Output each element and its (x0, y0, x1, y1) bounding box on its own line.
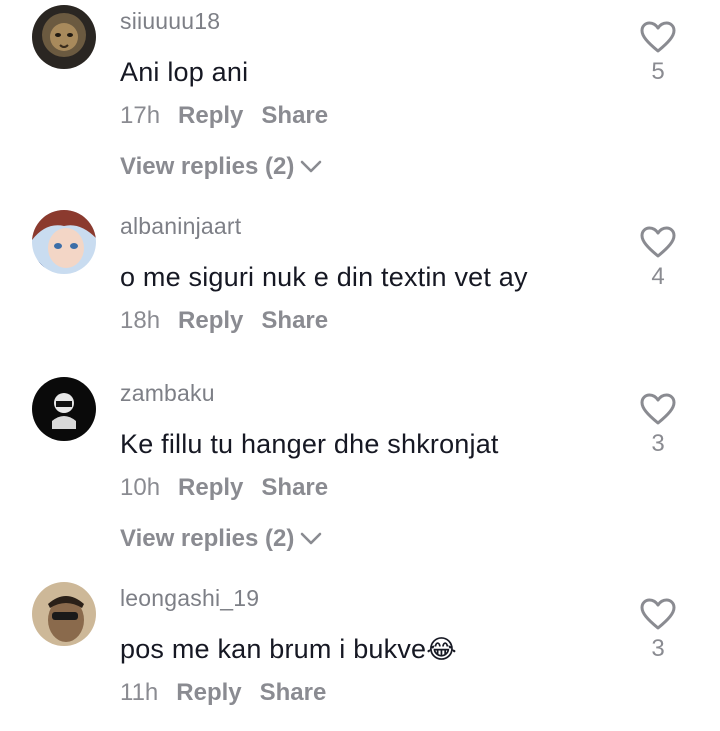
comment-text: pos me kan brum i bukve😂 (120, 634, 457, 665)
comment-time: 17h (120, 102, 161, 129)
share-button[interactable]: Share (260, 679, 327, 706)
reply-button[interactable]: Reply (178, 474, 243, 501)
share-button[interactable]: Share (261, 102, 328, 129)
comment-text: Ani lop ani (120, 57, 249, 87)
comment-username[interactable]: albaninjaart (120, 213, 241, 240)
share-button[interactable]: Share (261, 474, 328, 501)
like-button[interactable]: 5 (630, 20, 686, 86)
comment-meta: 17h Reply Share (120, 102, 328, 130)
comment-time: 18h (120, 307, 161, 334)
reply-button[interactable]: Reply (178, 307, 243, 334)
comment-meta: 10h Reply Share (120, 474, 328, 502)
chevron-down-icon (301, 532, 322, 545)
comment-username[interactable]: siiuuuu18 (120, 8, 220, 35)
reply-button[interactable]: Reply (176, 679, 241, 706)
comment-text: o me siguri nuk e din textin vet ay (120, 262, 528, 292)
comment-text-body: pos me kan brum i bukve (120, 634, 427, 664)
view-replies-label: View replies (2) (120, 153, 295, 180)
avatar[interactable] (32, 582, 96, 646)
view-replies-button[interactable]: View replies (2) (120, 153, 322, 181)
comment-meta: 18h Reply Share (120, 307, 328, 335)
like-count: 4 (651, 263, 665, 290)
view-replies-button[interactable]: View replies (2) (120, 525, 322, 553)
comment-time: 11h (120, 679, 159, 706)
chevron-down-icon (301, 160, 322, 173)
avatar[interactable] (32, 5, 96, 69)
comment-meta: 11h Reply Share (120, 679, 326, 707)
tears-of-joy-emoji: 😂 (426, 635, 457, 665)
like-button[interactable]: 3 (630, 597, 686, 663)
reply-button[interactable]: Reply (178, 102, 243, 129)
like-count: 5 (651, 58, 665, 85)
share-button[interactable]: Share (261, 307, 328, 334)
view-replies-label: View replies (2) (120, 525, 295, 552)
like-button[interactable]: 4 (630, 225, 686, 291)
like-count: 3 (651, 635, 665, 662)
comment-time: 10h (120, 474, 161, 501)
avatar[interactable] (32, 210, 96, 274)
heart-icon (640, 598, 676, 630)
like-button[interactable]: 3 (630, 392, 686, 458)
heart-icon (640, 21, 676, 53)
like-count: 3 (651, 430, 665, 457)
comment-text: Ke fillu tu hanger dhe shkronjat (120, 429, 499, 459)
comment-username[interactable]: zambaku (120, 380, 215, 407)
comment-username[interactable]: leongashi_19 (120, 585, 259, 612)
heart-icon (640, 226, 676, 258)
avatar[interactable] (32, 377, 96, 441)
heart-icon (640, 393, 676, 425)
